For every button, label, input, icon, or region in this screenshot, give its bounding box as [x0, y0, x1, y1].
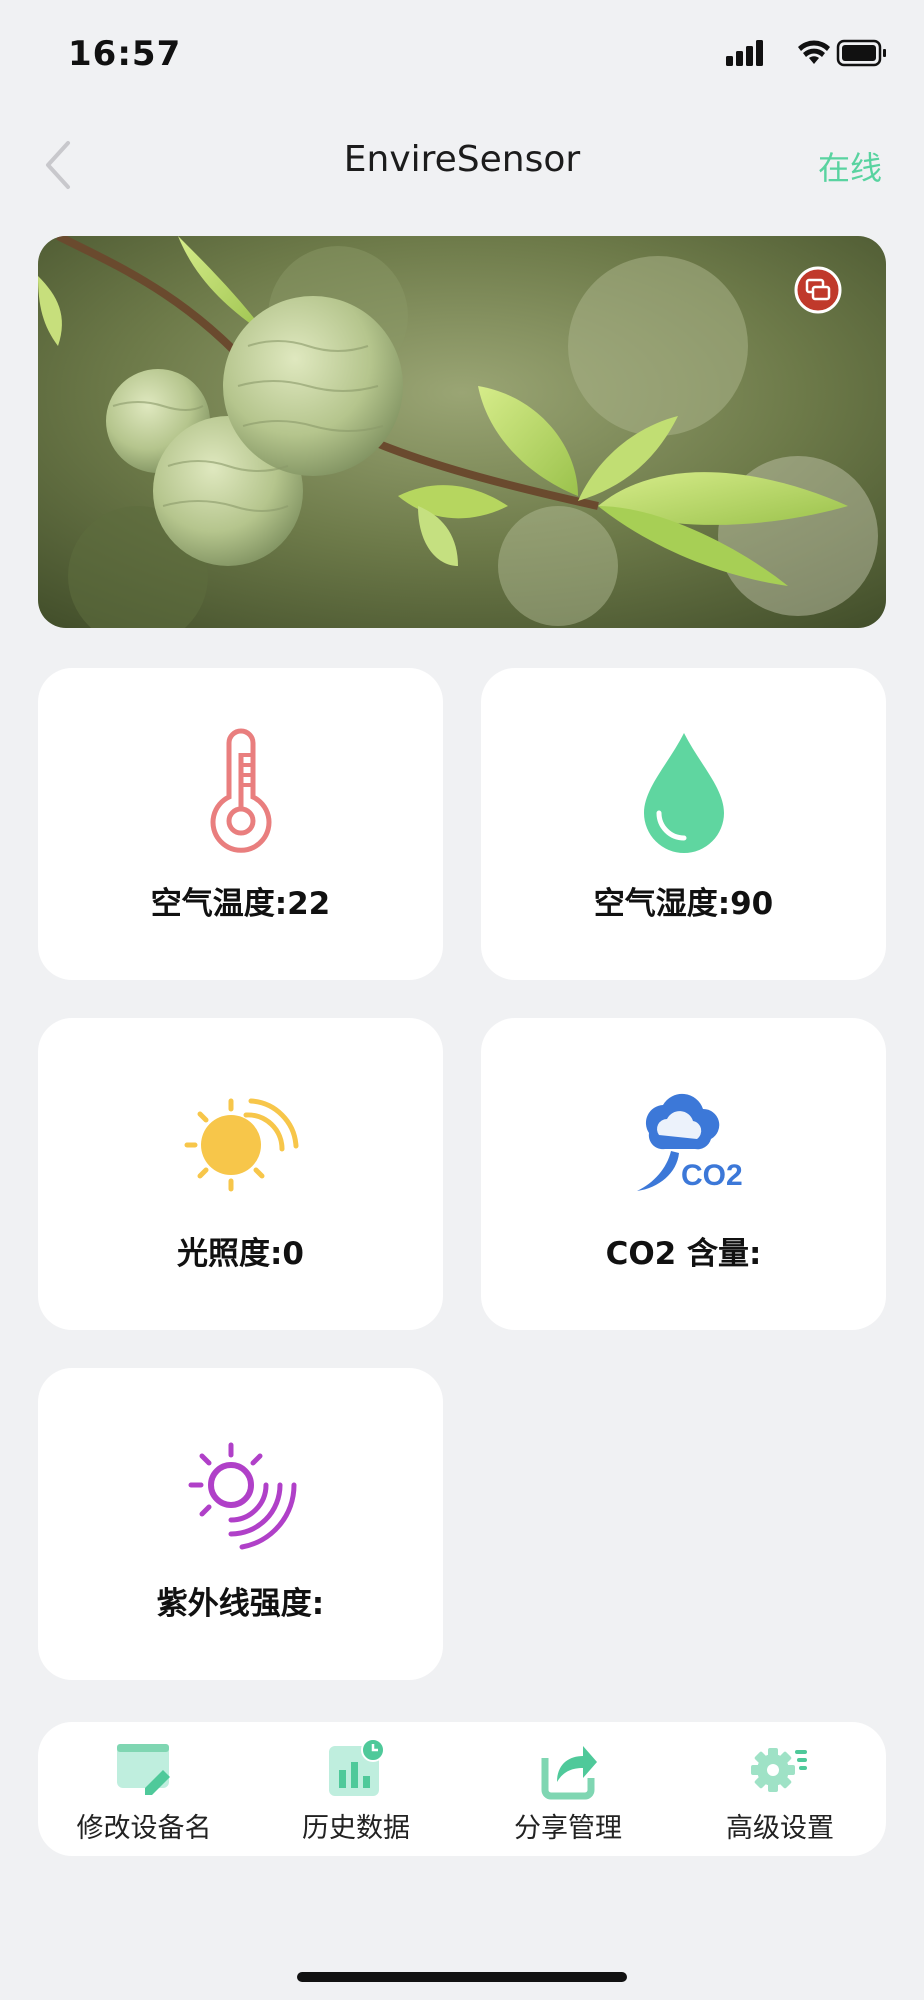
thermometer-icon: [210, 728, 271, 853]
status-bar: 16:57: [0, 0, 924, 110]
advanced-settings-button[interactable]: 高级设置: [674, 1722, 886, 1856]
advanced-settings-label: 高级设置: [726, 1813, 834, 1844]
edit-name-icon: [117, 1744, 170, 1795]
cellular-signal-icon: [726, 40, 763, 66]
humidity-label: 空气湿度:90: [593, 886, 774, 922]
history-data-label: 历史数据: [302, 1813, 410, 1844]
water-drop-icon: [643, 733, 724, 853]
status-icons: [726, 38, 886, 72]
svg-text:CO2: CO2: [681, 1159, 743, 1192]
share-icon: [541, 1746, 597, 1800]
sun-icon: [184, 1098, 298, 1192]
uv-label: 紫外线强度:: [156, 1586, 325, 1622]
home-indicator: [297, 1972, 627, 1982]
page-title: EnvireSensor: [343, 139, 581, 180]
sensor-card-light[interactable]: 光照度:0: [38, 1018, 443, 1330]
switch-image-button[interactable]: [794, 266, 842, 314]
battery-icon: [836, 39, 886, 67]
status-time: 16:57: [68, 34, 182, 74]
temperature-label: 空气温度:22: [150, 886, 331, 922]
light-label: 光照度:0: [177, 1236, 304, 1272]
rename-device-button[interactable]: 修改设备名: [38, 1722, 250, 1856]
co2-cloud-icon: CO2: [636, 1093, 743, 1192]
share-manage-label: 分享管理: [514, 1813, 622, 1844]
co2-label: CO2 含量:: [605, 1236, 762, 1272]
wifi-icon: [798, 40, 830, 64]
uv-icon: [188, 1442, 296, 1550]
rename-device-label: 修改设备名: [76, 1813, 212, 1844]
sensor-card-co2[interactable]: CO2 CO2 含量:: [481, 1018, 886, 1330]
share-manage-button[interactable]: 分享管理: [462, 1722, 674, 1856]
history-chart-icon: [329, 1738, 385, 1796]
sensor-card-temperature[interactable]: 空气温度:22: [38, 668, 443, 980]
switch-image-icon: [794, 266, 842, 314]
online-status-badge: 在线: [817, 149, 882, 187]
device-cover-image: [38, 236, 886, 628]
sensor-card-humidity[interactable]: 空气湿度:90: [481, 668, 886, 980]
settings-icon: [751, 1748, 807, 1792]
sensor-card-uv[interactable]: 紫外线强度:: [38, 1368, 443, 1680]
nav-bar: EnvireSensor 在线: [0, 125, 924, 205]
history-data-button[interactable]: 历史数据: [250, 1722, 462, 1856]
action-bar: 修改设备名 历史数据 分享管理 高级设置: [38, 1722, 886, 1856]
